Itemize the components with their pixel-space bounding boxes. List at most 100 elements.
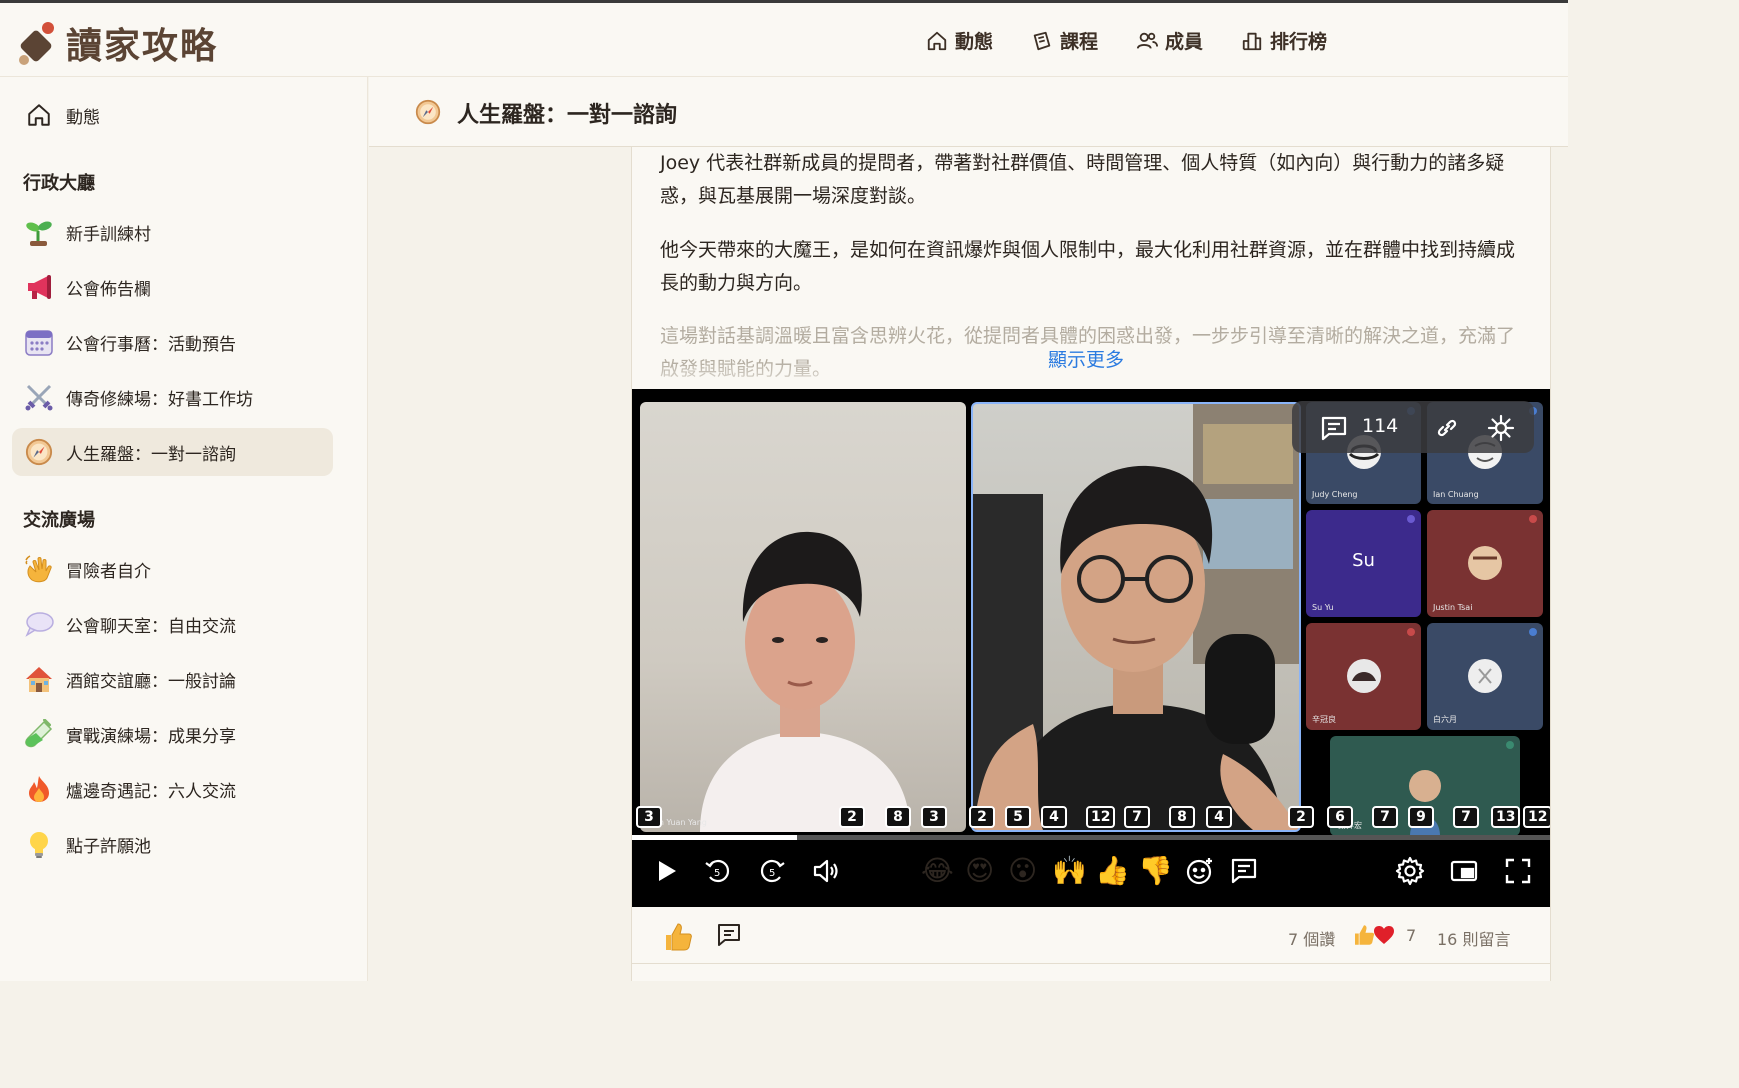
participant-name: Ian Chuang xyxy=(1433,490,1479,499)
participant-tile: Su Su Yu xyxy=(1306,510,1421,617)
timeline-comment-marker[interactable]: 13 xyxy=(1491,806,1521,828)
rewind-5-icon[interactable]: 5 xyxy=(702,855,734,887)
sidebar-item-newbie-village[interactable]: 新手訓練村 xyxy=(12,208,333,256)
mic-icon xyxy=(1506,741,1514,749)
forward-5-icon[interactable]: 5 xyxy=(756,855,788,887)
sidebar-item-label: 實戰演練場：成果分享 xyxy=(66,726,236,747)
timeline-comment-marker[interactable]: 7 xyxy=(1372,806,1398,828)
like-button[interactable] xyxy=(662,921,694,953)
participant-tile: 白六月 xyxy=(1427,623,1543,730)
reaction-laugh-button[interactable]: 😂 xyxy=(921,855,954,887)
topnav-members-label: 成員 xyxy=(1165,31,1204,53)
sidebar-item-ideas[interactable]: 點子許願池 xyxy=(12,820,333,868)
timeline-comment-marker[interactable]: 2 xyxy=(839,806,865,828)
add-reaction-icon[interactable] xyxy=(1184,855,1216,887)
timeline-comment-marker[interactable]: 7 xyxy=(1124,806,1150,828)
video-player[interactable]: Chin Yuan Yang W Judy Cheng xyxy=(632,389,1550,907)
svg-text:5: 5 xyxy=(714,868,720,879)
sidebar-item-label: 點子許願池 xyxy=(66,836,151,857)
sidebar-item-label: 動態 xyxy=(66,107,100,128)
timeline-comment-marker[interactable]: 4 xyxy=(1206,806,1232,828)
topnav-courses-label: 課程 xyxy=(1060,31,1099,53)
post-actions-bar: 7 個讚 7 16 則留言 xyxy=(632,907,1550,964)
sidebar-item-label: 人生羅盤：一對一諮詢 xyxy=(66,444,236,465)
participant-name: Judy Cheng xyxy=(1312,490,1358,499)
topnav-leaderboard[interactable]: 排行榜 xyxy=(1241,27,1327,54)
sidebar-item-intro[interactable]: 冒險者自介 xyxy=(12,545,333,593)
timeline-comment-marker[interactable]: 4 xyxy=(1041,806,1067,828)
participant-video-image xyxy=(700,531,910,832)
logo[interactable]: 讀家攻略 xyxy=(16,17,218,69)
speech-bubble-icon xyxy=(25,612,54,637)
timeline-comment-marker[interactable]: 6 xyxy=(1327,806,1353,828)
timeline-comment-marker[interactable]: 8 xyxy=(1169,806,1195,828)
home-icon xyxy=(927,31,947,50)
logo-mark-icon xyxy=(19,22,54,65)
post-paragraph: Joey 代表社群新成員的提問者，帶著對社群價值、時間管理、個人特質（如內向）與… xyxy=(660,152,1505,207)
sidebar-item-label: 酒館交誼廳：一般討論 xyxy=(66,671,236,692)
reaction-raised-hands-button[interactable]: 🙌 xyxy=(1052,855,1087,887)
sparkle-icon[interactable] xyxy=(1486,413,1516,443)
comment-count[interactable]: 16 則留言 xyxy=(1437,926,1510,950)
sidebar-item-fireside[interactable]: 爐邊奇遇記：六人交流 xyxy=(12,765,333,813)
timeline-comment-marker[interactable]: 7 xyxy=(1453,806,1479,828)
link-icon[interactable] xyxy=(1434,415,1460,441)
reaction-wow-button[interactable]: 😮 xyxy=(1008,855,1037,887)
video-overlay-toolbar: 114 xyxy=(1292,401,1534,453)
show-more-link[interactable]: 顯示更多 xyxy=(1048,345,1124,372)
sidebar-item-compass[interactable]: 人生羅盤：一對一諮詢 xyxy=(12,428,333,476)
timeline-comment-marker[interactable]: 8 xyxy=(885,806,911,828)
sidebar-item-bulletin[interactable]: 公會佈告欄 xyxy=(12,263,333,311)
mic-icon xyxy=(1529,628,1537,636)
volume-icon[interactable] xyxy=(810,855,842,887)
sidebar-item-label: 傳奇修練場：好書工作坊 xyxy=(66,389,253,410)
timeline-comment-marker[interactable]: 9 xyxy=(1408,806,1434,828)
sidebar-item-feed[interactable]: 動態 xyxy=(12,91,333,139)
home-icon xyxy=(28,104,50,126)
heart-icon xyxy=(1374,926,1394,944)
participant-tile: 辛冠良 xyxy=(1306,623,1421,730)
reaction-count[interactable]: 7 xyxy=(1406,926,1416,945)
timeline-comment-marker[interactable]: 3 xyxy=(636,806,662,828)
topnav-courses[interactable]: 課程 xyxy=(1031,27,1098,54)
top-nav: 動態 課程 成員 排行榜 xyxy=(926,27,1327,54)
timeline-comment-marker[interactable]: 2 xyxy=(1288,806,1314,828)
timeline-comment-marker[interactable]: 2 xyxy=(969,806,995,828)
leaderboard-icon xyxy=(1242,32,1262,50)
sidebar-item-chatroom[interactable]: 公會聊天室：自由交流 xyxy=(12,600,333,648)
participant-name: 辛冠良 xyxy=(1312,715,1336,724)
sidebar-item-label: 公會聊天室：自由交流 xyxy=(66,616,236,637)
timeline-comment-marker[interactable]: 3 xyxy=(921,806,947,828)
logo-text: 讀家攻略 xyxy=(66,25,219,67)
topnav-feed-label: 動態 xyxy=(955,31,994,53)
test-tube-icon xyxy=(25,719,53,748)
fullscreen-icon[interactable] xyxy=(1502,855,1534,887)
comment-icon[interactable] xyxy=(1228,855,1260,887)
timeline-comment-marker[interactable]: 5 xyxy=(1005,806,1031,828)
seedling-icon xyxy=(26,221,52,246)
sidebar-item-tavern[interactable]: 酒館交誼廳：一般討論 xyxy=(12,655,333,703)
waving-hand-icon xyxy=(25,555,52,583)
topnav-members[interactable]: 成員 xyxy=(1136,27,1203,54)
post-paragraph: 他今天帶來的大魔王，是如何在資訊爆炸與個人限制中，最大化利用社群資源，並在群體中… xyxy=(660,239,1516,294)
comment-button[interactable] xyxy=(716,922,742,948)
reaction-heart-eyes-button[interactable]: 😍 xyxy=(965,855,994,887)
like-count[interactable]: 7 個讚 xyxy=(1288,926,1335,950)
fire-icon xyxy=(29,776,49,802)
house-icon xyxy=(26,667,52,692)
participant-tile-main: Chin Yuan Yang xyxy=(640,402,966,832)
sidebar-item-label: 公會佈告欄 xyxy=(66,279,151,300)
reaction-thumbs-down-button[interactable]: 👎 xyxy=(1138,855,1173,887)
compass-icon xyxy=(25,438,53,466)
sidebar-item-showcase[interactable]: 實戰演練場：成果分享 xyxy=(12,710,333,758)
comment-icon[interactable] xyxy=(1320,415,1348,441)
reaction-thumbs-up-button[interactable]: 👍 xyxy=(1095,855,1130,887)
timeline-comment-marker[interactable]: 12 xyxy=(1523,806,1550,828)
sidebar-item-workshop[interactable]: 傳奇修練場：好書工作坊 xyxy=(12,373,333,421)
topnav-feed[interactable]: 動態 xyxy=(926,27,993,54)
play-icon[interactable] xyxy=(650,855,682,887)
sidebar-item-calendar[interactable]: 公會行事曆：活動預告 xyxy=(12,318,333,366)
timeline-comment-marker[interactable]: 12 xyxy=(1086,806,1116,828)
miniplayer-icon[interactable] xyxy=(1448,855,1480,887)
settings-icon[interactable] xyxy=(1394,855,1426,887)
